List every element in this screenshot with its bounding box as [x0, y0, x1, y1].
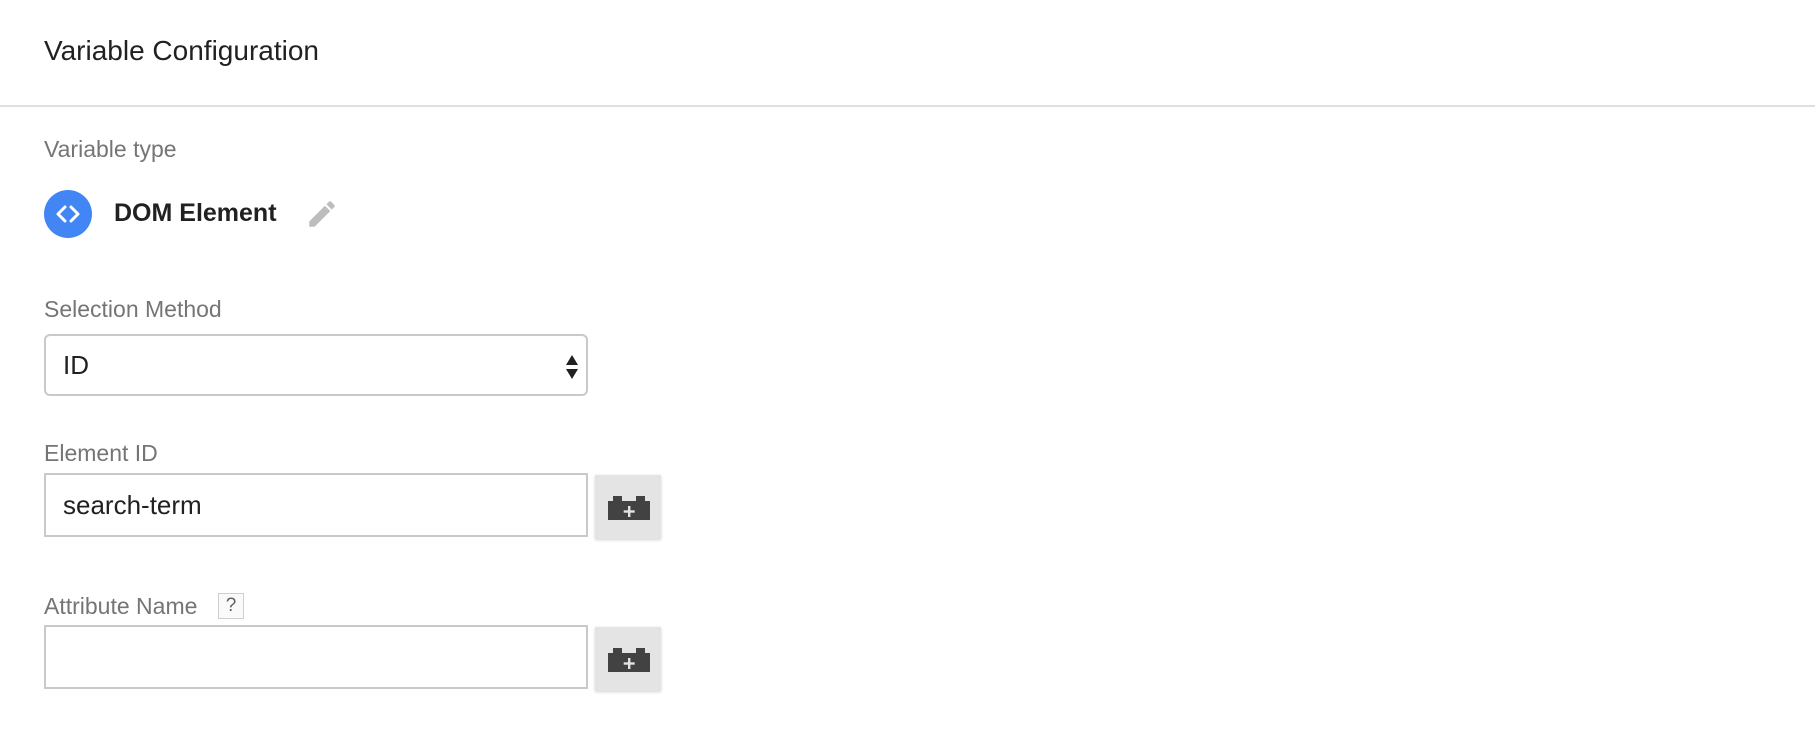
attribute-name-input[interactable]	[44, 625, 588, 689]
help-button[interactable]: ?	[218, 593, 244, 619]
variable-type-label: Variable type	[44, 136, 177, 162]
element-id-input[interactable]: search-term	[44, 473, 588, 537]
variable-brick-icon	[608, 648, 650, 672]
insert-variable-button[interactable]	[595, 627, 661, 691]
selection-method-select[interactable]: ID	[44, 334, 588, 396]
selection-method-value: ID	[63, 350, 89, 380]
element-id-label: Element ID	[44, 440, 158, 466]
variable-type-name: DOM Element	[114, 199, 277, 227]
pencil-edit-icon[interactable]	[305, 197, 339, 231]
variable-brick-icon	[608, 496, 650, 520]
element-id-value: search-term	[63, 490, 202, 520]
panel-title: Variable Configuration	[44, 35, 319, 66]
select-arrows-icon	[566, 355, 578, 379]
panel-header: Variable Configuration	[0, 0, 1815, 107]
insert-variable-button[interactable]	[595, 475, 661, 539]
code-brackets-icon	[44, 190, 92, 238]
attribute-name-label: Attribute Name	[44, 593, 198, 619]
selection-method-label: Selection Method	[44, 296, 222, 322]
